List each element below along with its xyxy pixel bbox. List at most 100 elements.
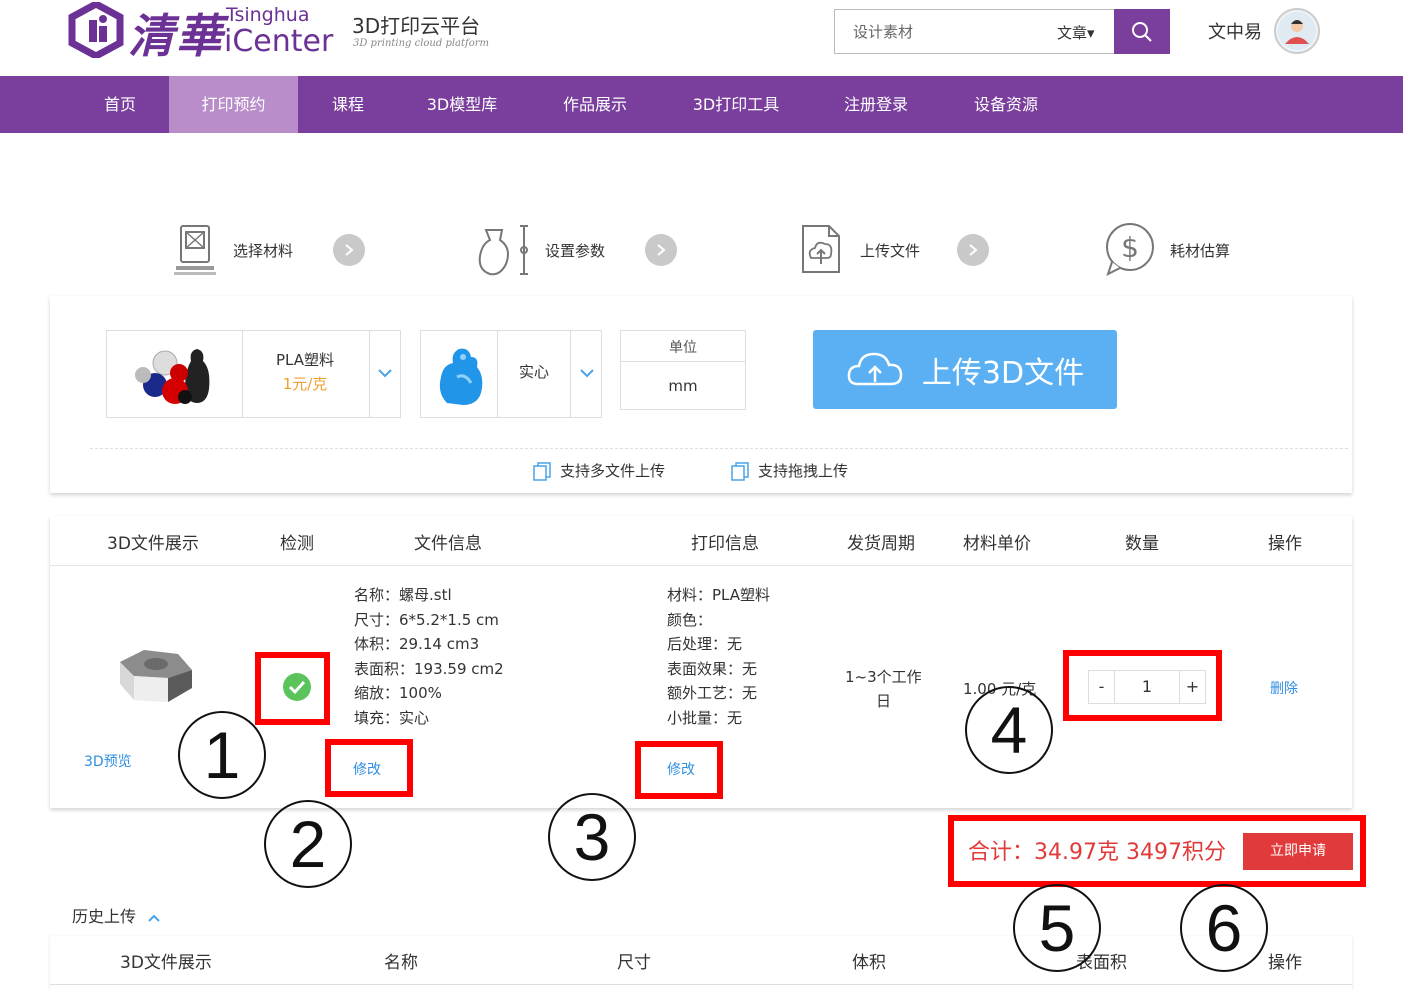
panel-divider xyxy=(90,448,1348,449)
annotation-callout-3: 3 xyxy=(548,793,636,881)
th-3d-display: 3D文件展示 xyxy=(107,534,199,554)
file-info-surface: 表面积：193.59 cm2 xyxy=(354,660,504,678)
history-th-volume: 体积 xyxy=(852,953,886,973)
nav-item-print-booking[interactable]: 打印预约 xyxy=(169,76,298,133)
step-set-parameters: 设置参数 xyxy=(545,242,606,260)
unit-label: 单位 xyxy=(669,340,697,356)
upload-button-label: 上传3D文件 xyxy=(921,355,1085,391)
th-file-info: 文件信息 xyxy=(414,534,482,554)
nut-model-thumbnail[interactable] xyxy=(114,644,196,708)
print-info-material: 材料：PLA塑料 xyxy=(667,586,771,604)
print-info-postprocess: 后处理：无 xyxy=(667,635,743,653)
search-input[interactable] xyxy=(835,10,1045,53)
history-th-actions: 操作 xyxy=(1268,953,1302,973)
material-select[interactable]: PLA塑料 1元/克 xyxy=(106,330,401,418)
chevron-down-icon xyxy=(378,369,392,378)
delivery-period-line2: 日 xyxy=(876,692,892,710)
cloud-upload-icon xyxy=(847,352,903,385)
dollar-bubble-icon: $ xyxy=(1106,223,1154,276)
annotation-callout-4: 4 xyxy=(965,686,1053,774)
history-title-text: 历史上传 xyxy=(72,907,137,926)
printer-icon xyxy=(174,225,216,275)
search-icon xyxy=(1132,21,1152,42)
table-header-divider xyxy=(50,565,1352,566)
highlight-check-status xyxy=(255,652,330,725)
highlight-total-apply xyxy=(948,815,1366,887)
platform-title: 3D打印云平台 xyxy=(352,14,481,38)
nav-item-works[interactable]: 作品展示 xyxy=(551,76,639,133)
print-info-batch: 小批量：无 xyxy=(667,709,743,727)
annotation-callout-6: 6 xyxy=(1180,884,1268,972)
user-name[interactable]: 文中易 xyxy=(1208,18,1262,44)
fill-mode-value: 实心 xyxy=(518,363,549,381)
step-estimate-cost: 耗材估算 xyxy=(1170,242,1231,260)
svg-text:$: $ xyxy=(1121,231,1139,264)
file-info-size: 尺寸：6*5.2*1.5 cm xyxy=(354,611,499,629)
file-info-fill: 填充：实心 xyxy=(354,709,430,727)
nav-item-home[interactable]: 首页 xyxy=(88,76,152,133)
annotation-callout-1: 1 xyxy=(178,711,266,799)
file-info-name: 名称：螺母.stl xyxy=(354,586,452,604)
unit-select[interactable]: 单位 mm xyxy=(620,330,746,410)
highlight-quantity xyxy=(1063,650,1222,721)
file-info-volume: 体积：29.14 cm3 xyxy=(354,635,480,653)
chevron-right-icon xyxy=(657,244,666,256)
material-sample-image xyxy=(135,349,210,404)
avatar-person-icon xyxy=(1278,12,1316,50)
highlight-edit-print xyxy=(635,741,723,799)
files-icon xyxy=(731,461,749,481)
step-arrow-1 xyxy=(333,234,365,266)
nav-item-3d-tools[interactable]: 3D打印工具 xyxy=(684,76,788,133)
file-upload-icon xyxy=(802,225,840,273)
th-print-info: 打印信息 xyxy=(691,534,759,554)
step-upload-file: 上传文件 xyxy=(860,242,921,260)
3d-preview-link[interactable]: 3D预览 xyxy=(84,751,132,771)
upload-3d-file-button[interactable]: 上传3D文件 xyxy=(813,330,1117,409)
nav-item-courses[interactable]: 课程 xyxy=(316,76,380,133)
print-info-surface-effect: 表面效果：无 xyxy=(667,660,758,678)
material-name: PLA塑料 xyxy=(275,351,334,369)
user-avatar[interactable] xyxy=(1274,8,1320,54)
icenter-logo-icon xyxy=(68,2,124,58)
material-price: 1元/克 xyxy=(282,375,328,393)
delivery-period-line1: 1~3个工作 xyxy=(845,668,922,686)
th-delivery: 发货周期 xyxy=(847,534,915,554)
annotation-callout-5: 5 xyxy=(1013,884,1101,972)
th-actions: 操作 xyxy=(1268,534,1302,554)
nav-item-3d-models[interactable]: 3D模型库 xyxy=(418,76,506,133)
th-check: 检测 xyxy=(280,534,314,554)
site-header: 清華 Tsinghua iCenter 3D打印云平台 3D printing … xyxy=(0,0,1403,76)
hint-drag-upload: 支持拖拽上传 xyxy=(730,460,848,481)
hint-multi-file-text: 支持多文件上传 xyxy=(560,462,666,480)
files-icon xyxy=(533,461,551,481)
main-nav: 首页 打印预约 课程 3D模型库 作品展示 3D打印工具 注册登录 设备资源 xyxy=(0,76,1403,133)
history-table xyxy=(50,936,1352,990)
chevron-right-icon xyxy=(345,244,354,256)
logo-english-top: Tsinghua xyxy=(226,4,310,26)
monkey-model-icon xyxy=(439,348,483,405)
search-button[interactable] xyxy=(1114,9,1170,54)
annotation-callout-2: 2 xyxy=(264,800,352,888)
history-divider xyxy=(50,984,1352,985)
platform-subtitle: 3D printing cloud platform xyxy=(353,38,490,49)
search-box: 文章▾ xyxy=(834,9,1170,54)
logo-chinese-name: 清華 xyxy=(128,9,224,63)
file-info-scale: 缩放：100% xyxy=(354,684,442,702)
step-arrow-3 xyxy=(957,234,989,266)
search-category-dropdown[interactable]: 文章▾ xyxy=(1057,22,1095,43)
vase-settings-icon xyxy=(478,225,528,276)
nav-item-device-resources[interactable]: 设备资源 xyxy=(962,76,1050,133)
nav-item-register-login[interactable]: 注册登录 xyxy=(832,76,920,133)
history-th-3d-display: 3D文件展示 xyxy=(120,953,212,973)
step-select-material: 选择材料 xyxy=(233,242,294,260)
highlight-edit-file xyxy=(325,739,413,797)
logo-english-bottom: iCenter xyxy=(224,24,334,59)
th-quantity: 数量 xyxy=(1125,534,1159,554)
fill-mode-select[interactable]: 实心 xyxy=(420,330,602,418)
print-info-extra-process: 额外工艺：无 xyxy=(667,684,758,702)
history-th-name: 名称 xyxy=(384,953,418,973)
history-uploads-toggle[interactable]: 历史上传 xyxy=(72,903,161,927)
print-info-color: 颜色： xyxy=(667,611,713,629)
history-th-size: 尺寸 xyxy=(617,953,651,973)
delete-row-link[interactable]: 删除 xyxy=(1270,678,1298,698)
